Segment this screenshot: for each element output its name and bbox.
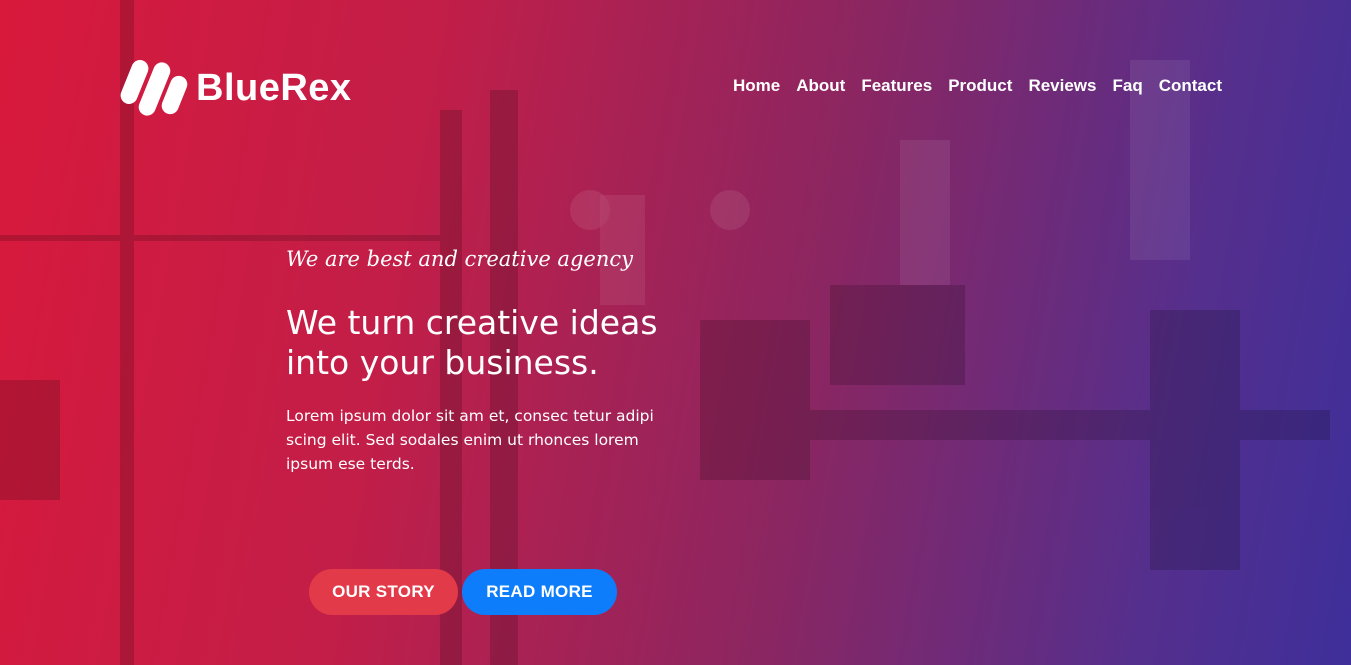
our-story-button[interactable]: OUR STORY bbox=[309, 569, 458, 615]
logo-mark-icon bbox=[118, 57, 190, 119]
hero-headline: We turn creative ideas into your busines… bbox=[286, 303, 658, 382]
brand-logo[interactable]: BlueRex bbox=[118, 57, 352, 119]
hero-description: Lorem ipsum dolor sit am et, consec tetu… bbox=[286, 407, 654, 473]
nav-item-contact[interactable]: Contact bbox=[1159, 76, 1222, 96]
nav-item-faq[interactable]: Faq bbox=[1112, 76, 1142, 96]
nav-item-about[interactable]: About bbox=[796, 76, 845, 96]
nav-item-home[interactable]: Home bbox=[733, 76, 780, 96]
hero-tagline: We are best and creative agency bbox=[286, 247, 633, 271]
nav-item-reviews[interactable]: Reviews bbox=[1028, 76, 1096, 96]
read-more-button[interactable]: READ MORE bbox=[462, 569, 617, 615]
nav-item-product[interactable]: Product bbox=[948, 76, 1012, 96]
nav-item-features[interactable]: Features bbox=[861, 76, 932, 96]
brand-name: BlueRex bbox=[196, 66, 352, 109]
main-navigation: Home About Features Product Reviews Faq … bbox=[733, 76, 1222, 96]
hero-section: BlueRex Home About Features Product Revi… bbox=[0, 0, 1351, 665]
